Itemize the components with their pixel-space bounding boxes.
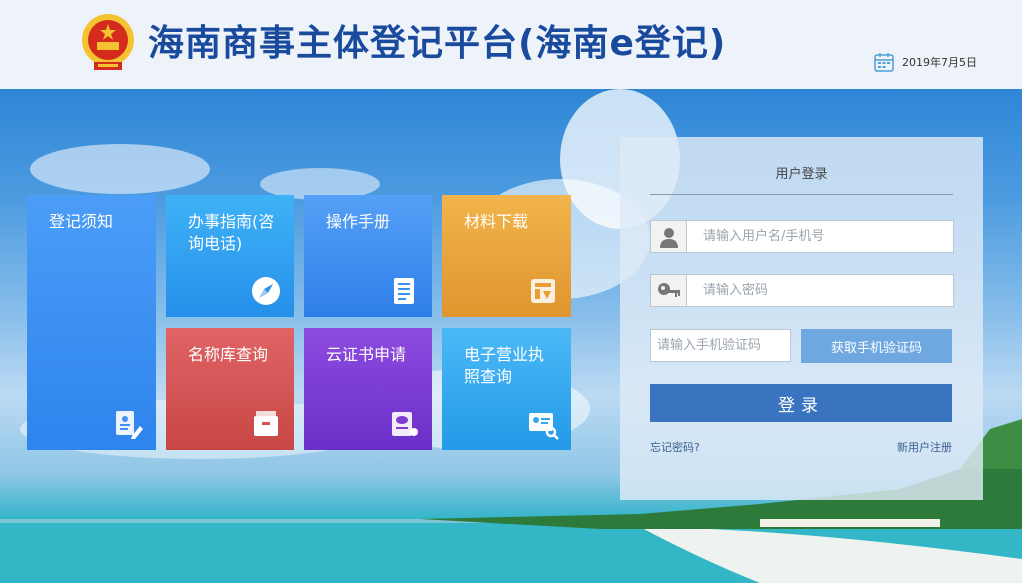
site-title: 海南商事主体登记平台(海南e登记) bbox=[148, 23, 727, 64]
key-icon bbox=[651, 275, 687, 306]
current-date: 2019年7月5日 bbox=[902, 56, 977, 69]
tile-operation-manual[interactable]: 操作手册 bbox=[304, 195, 432, 317]
password-input[interactable] bbox=[703, 275, 943, 306]
manual-icon bbox=[394, 278, 414, 304]
username-field bbox=[650, 220, 954, 253]
tile-label: 操作手册 bbox=[326, 212, 391, 231]
compass-icon bbox=[252, 277, 280, 305]
login-divider bbox=[650, 194, 953, 195]
sms-code-input[interactable] bbox=[657, 330, 787, 361]
login-title: 用户登录 bbox=[775, 167, 828, 182]
tile-label: 材料下载 bbox=[464, 212, 529, 231]
license-search-icon bbox=[529, 413, 559, 440]
register-link[interactable]: 新用户注册 bbox=[897, 439, 952, 455]
login-panel: 用户登录 获取手机验证码 登录 忘记密码? 新用户注册 bbox=[620, 137, 983, 500]
tile-label: 登记须知 bbox=[49, 212, 114, 231]
document-edit-icon bbox=[116, 411, 143, 439]
tile-label: 办事指南(咨询电话) bbox=[188, 212, 275, 253]
calendar-icon bbox=[874, 53, 894, 72]
tile-electronic-license-query[interactable]: 电子营业执照查询 bbox=[442, 328, 571, 450]
tile-registration-notice[interactable]: 登记须知 bbox=[27, 195, 156, 450]
archive-box-icon bbox=[254, 411, 278, 436]
header: 海南商事主体登记平台(海南e登记) 2019年7月5日 bbox=[0, 0, 1022, 89]
national-emblem-icon bbox=[82, 14, 134, 70]
tile-label: 名称库查询 bbox=[188, 345, 269, 364]
date-display: 2019年7月5日 bbox=[874, 52, 977, 72]
sms-code-field bbox=[650, 329, 791, 362]
tile-label: 云证书申请 bbox=[326, 345, 407, 364]
password-field bbox=[650, 274, 954, 307]
login-button[interactable]: 登录 bbox=[650, 384, 952, 422]
tile-cloud-certificate[interactable]: 云证书申请 bbox=[304, 328, 432, 450]
tile-material-download[interactable]: 材料下载 bbox=[442, 195, 571, 317]
tile-name-database-query[interactable]: 名称库查询 bbox=[166, 328, 294, 450]
get-sms-code-button[interactable]: 获取手机验证码 bbox=[801, 329, 952, 363]
username-input[interactable] bbox=[703, 221, 943, 252]
user-icon bbox=[651, 221, 687, 252]
cloud-certificate-icon bbox=[392, 412, 418, 436]
forgot-password-link[interactable]: 忘记密码? bbox=[650, 439, 700, 455]
download-box-icon bbox=[531, 279, 555, 303]
tile-service-guide[interactable]: 办事指南(咨询电话) bbox=[166, 195, 294, 317]
tile-label: 电子营业执照查询 bbox=[464, 345, 545, 386]
